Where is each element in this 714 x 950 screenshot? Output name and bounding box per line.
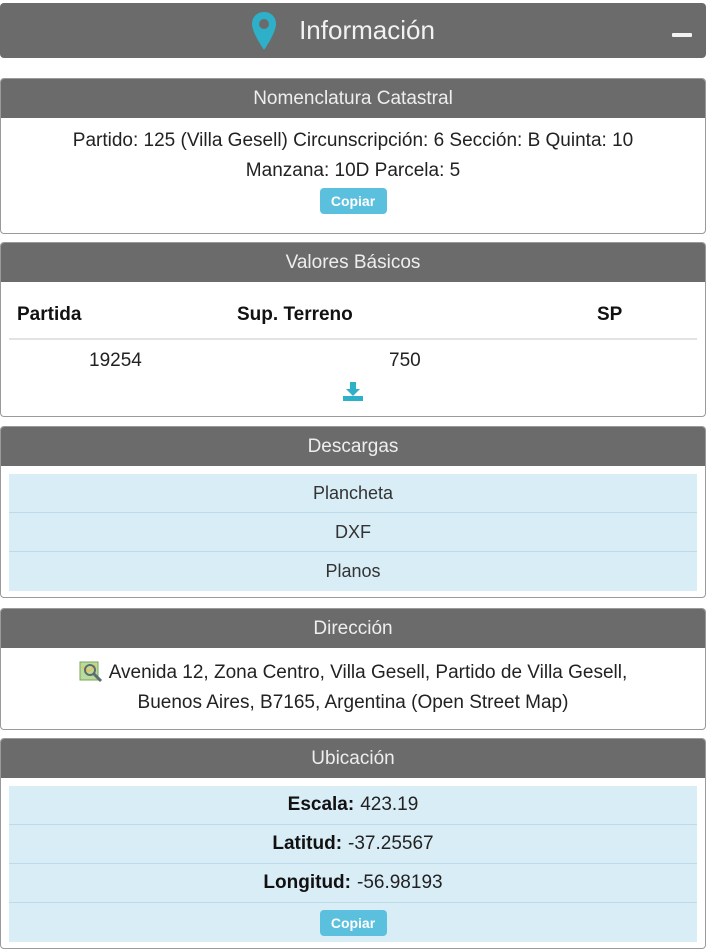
copy-nomenclatura-button[interactable]: Copiar: [319, 188, 387, 214]
direccion-body: Avenida 12, Zona Centro, Villa Gesell, P…: [1, 648, 705, 718]
download-planos-link[interactable]: Planos: [9, 552, 697, 591]
direccion-text-1: Avenida 12, Zona Centro, Villa Gesell, P…: [108, 662, 628, 683]
map-pin-icon: [252, 12, 276, 50]
table-divider: [9, 338, 697, 340]
header-title: Información: [299, 15, 435, 45]
descargas-panel: Descargas Plancheta DXF Planos: [0, 426, 706, 598]
info-header: Información: [0, 3, 706, 58]
valores-table: Partida Sup. Terreno SP 19254 750: [1, 282, 705, 416]
direccion-title: Dirección: [1, 609, 705, 648]
download-plancheta-link[interactable]: Plancheta: [9, 474, 697, 513]
column-header-sup-terreno: Sup. Terreno: [237, 304, 353, 325]
escala-label: Escala:: [287, 794, 355, 815]
download-icon[interactable]: [342, 380, 364, 402]
column-header-sp: SP: [597, 304, 623, 325]
collapse-icon[interactable]: [672, 33, 692, 37]
descargas-list: Plancheta DXF Planos: [1, 466, 705, 591]
cell-sup-terreno: 750: [389, 350, 421, 371]
nomenclatura-line-2: Manzana: 10D Parcela: 5: [245, 160, 461, 181]
nomenclatura-line-1: Partido: 125 (Villa Gesell) Circunscripc…: [72, 130, 634, 151]
escala-value: 423.19: [360, 794, 419, 815]
nomenclatura-title: Nomenclatura Catastral: [1, 79, 705, 118]
longitud-label: Longitud:: [263, 872, 351, 893]
latitud-row: Latitud: -37.25567: [9, 825, 697, 864]
nomenclatura-panel: Nomenclatura Catastral Partido: 125 (Vil…: [0, 78, 706, 234]
valores-title: Valores Básicos: [1, 243, 705, 282]
download-dxf-link[interactable]: DXF: [9, 513, 697, 552]
valores-panel: Valores Básicos Partida Sup. Terreno SP …: [0, 242, 706, 417]
ubicacion-panel: Ubicación Escala: 423.19 Latitud: -37.25…: [0, 738, 706, 949]
cell-partida: 19254: [89, 350, 142, 371]
descargas-title: Descargas: [1, 427, 705, 466]
ubicacion-button-row: Copiar: [9, 903, 697, 942]
nomenclatura-text: Partido: 125 (Villa Gesell) Circunscripc…: [1, 118, 705, 186]
direccion-line-2: Buenos Aires, B7165, Argentina (Open Str…: [137, 692, 569, 713]
longitud-value: -56.98193: [357, 872, 443, 893]
map-search-icon[interactable]: [79, 659, 103, 683]
column-header-partida: Partida: [17, 304, 82, 325]
latitud-value: -37.25567: [348, 833, 434, 854]
ubicacion-list: Escala: 423.19 Latitud: -37.25567 Longit…: [1, 778, 705, 942]
copy-ubicacion-button[interactable]: Copiar: [319, 909, 387, 936]
direccion-line-1: Avenida 12, Zona Centro, Villa Gesell, P…: [15, 658, 691, 688]
escala-row: Escala: 423.19: [9, 786, 697, 825]
ubicacion-title: Ubicación: [1, 739, 705, 778]
latitud-label: Latitud:: [272, 833, 343, 854]
direccion-panel: Dirección Avenida 12, Zona Centro, Villa…: [0, 608, 706, 730]
longitud-row: Longitud: -56.98193: [9, 864, 697, 903]
